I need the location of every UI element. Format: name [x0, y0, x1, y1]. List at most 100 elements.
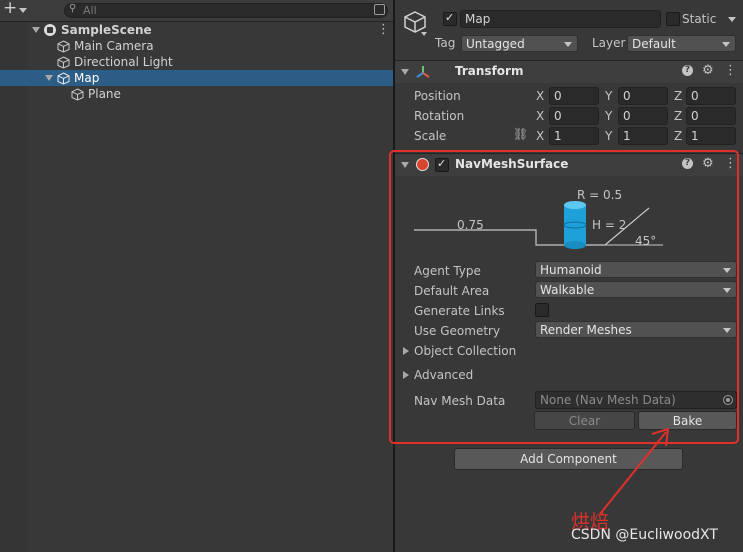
- expand-triangle-icon[interactable]: [401, 162, 409, 168]
- object-collection-label[interactable]: Object Collection: [414, 343, 516, 359]
- checkmark-icon: ✓: [445, 11, 455, 24]
- more-options-icon[interactable]: ⋮: [724, 63, 737, 78]
- expand-triangle-icon[interactable]: [401, 69, 409, 75]
- search-icon: ⚲: [69, 3, 77, 14]
- axis-y-label[interactable]: Y: [605, 128, 612, 144]
- use-geometry-value: Render Meshes: [540, 323, 632, 337]
- navmesh-surface-header[interactable]: ✓ NavMeshSurface ? ⚙ ⋮: [395, 153, 743, 176]
- chevron-down-icon: [722, 42, 730, 47]
- max-slope-label: 45°: [635, 234, 657, 248]
- agent-type-dropdown[interactable]: Humanoid: [535, 261, 737, 278]
- navmesh-data-field[interactable]: None (Nav Mesh Data): [535, 391, 737, 409]
- preset-sliders-icon[interactable]: ⚙: [702, 63, 714, 78]
- generate-links-checkbox[interactable]: [535, 303, 549, 317]
- advanced-label[interactable]: Advanced: [414, 367, 473, 383]
- chevron-down-icon: [564, 42, 572, 47]
- inspector-panel: ✓ Map Static Tag Untagged Layer Default …: [395, 0, 743, 552]
- axis-y-label[interactable]: Y: [605, 108, 612, 124]
- layer-value: Default: [632, 37, 676, 51]
- axis-x-label[interactable]: X: [536, 108, 544, 124]
- chevron-down-icon[interactable]: [728, 17, 736, 22]
- rotation-z-field[interactable]: 0: [686, 107, 736, 125]
- watermark: CSDN @EucliwoodXT: [571, 527, 718, 543]
- search-input[interactable]: ⚲ All: [64, 3, 388, 18]
- position-label: Position: [414, 89, 461, 103]
- chevron-down-icon: [723, 288, 731, 293]
- hierarchy-label: Main Camera: [74, 39, 154, 53]
- scale-z-field[interactable]: 1: [686, 127, 736, 145]
- agent-height-label: H = 2: [592, 218, 627, 232]
- transform-axes-icon: [416, 66, 430, 78]
- cube-icon: [71, 88, 84, 101]
- scale-x-field[interactable]: 1: [549, 127, 599, 145]
- navmesh-enabled-checkbox[interactable]: ✓: [435, 157, 449, 172]
- hierarchy-panel: + ⚲ All SampleScene ⋮ Main Camera Direct…: [0, 0, 393, 552]
- position-y-field[interactable]: 0: [618, 87, 668, 105]
- layer-label: Layer: [592, 36, 626, 50]
- object-picker-icon[interactable]: [723, 395, 733, 405]
- use-geometry-label: Use Geometry: [414, 324, 501, 338]
- chevron-down-icon[interactable]: [421, 32, 427, 36]
- axis-z-label[interactable]: Z: [674, 88, 682, 104]
- help-icon[interactable]: ?: [682, 65, 693, 76]
- unity-scene-icon: [44, 24, 56, 36]
- more-options-icon[interactable]: ⋮: [377, 22, 390, 38]
- chevron-down-icon: [723, 268, 731, 273]
- expand-triangle-icon[interactable]: [32, 27, 40, 33]
- tag-dropdown[interactable]: Untagged: [461, 35, 578, 52]
- add-button[interactable]: +: [3, 0, 29, 19]
- chevron-down-icon: [19, 8, 27, 13]
- hierarchy-item-map[interactable]: Map: [0, 70, 393, 86]
- generate-links-label: Generate Links: [414, 304, 505, 318]
- help-icon[interactable]: ?: [682, 158, 693, 169]
- tag-value: Untagged: [466, 37, 525, 51]
- navmesh-surface-title: NavMeshSurface: [455, 157, 569, 171]
- search-options-icon[interactable]: [374, 4, 385, 15]
- rotation-x-field[interactable]: 0: [549, 107, 599, 125]
- hierarchy-toolbar: + ⚲ All: [0, 0, 393, 22]
- transform-title: Transform: [455, 64, 524, 78]
- axis-y-label[interactable]: Y: [605, 88, 612, 104]
- layer-dropdown[interactable]: Default: [627, 35, 736, 52]
- axis-z-label[interactable]: Z: [674, 108, 682, 124]
- link-icon[interactable]: ⛓: [513, 127, 528, 141]
- active-checkbox[interactable]: ✓: [443, 11, 457, 26]
- hierarchy-item-plane[interactable]: Plane: [0, 86, 393, 102]
- tag-label: Tag: [435, 36, 456, 50]
- hierarchy-label: SampleScene: [61, 23, 152, 37]
- axis-x-label[interactable]: X: [536, 88, 544, 104]
- preset-sliders-icon[interactable]: ⚙: [702, 156, 714, 171]
- foldout-triangle-icon[interactable]: [403, 347, 409, 355]
- rotation-label: Rotation: [414, 109, 465, 123]
- agent-diagram: [414, 201, 663, 249]
- agent-cylinder: [563, 201, 587, 249]
- step-height-label: 0.75: [457, 218, 484, 232]
- scale-label: Scale: [414, 129, 447, 143]
- cube-icon: [57, 72, 70, 85]
- cube-icon: [57, 56, 70, 69]
- hierarchy-item-directional-light[interactable]: Directional Light: [0, 54, 393, 70]
- axis-z-label[interactable]: Z: [674, 128, 682, 144]
- navmesh-data-label: Nav Mesh Data: [414, 394, 506, 408]
- navmesh-surface-icon: [416, 158, 429, 171]
- axis-x-label[interactable]: X: [536, 128, 544, 144]
- position-z-field[interactable]: 0: [686, 87, 736, 105]
- object-name-field[interactable]: Map: [460, 10, 661, 28]
- hierarchy-item-samplescene[interactable]: SampleScene ⋮: [0, 22, 393, 38]
- default-area-dropdown[interactable]: Walkable: [535, 281, 737, 298]
- hierarchy-label: Directional Light: [74, 55, 173, 69]
- use-geometry-dropdown[interactable]: Render Meshes: [535, 321, 737, 338]
- transform-header[interactable]: Transform ? ⚙ ⋮: [395, 60, 743, 83]
- rotation-y-field[interactable]: 0: [618, 107, 668, 125]
- static-label: Static: [682, 12, 717, 26]
- more-options-icon[interactable]: ⋮: [724, 156, 737, 171]
- foldout-triangle-icon[interactable]: [403, 371, 409, 379]
- checkmark-icon: ✓: [437, 157, 447, 170]
- expand-triangle-icon[interactable]: [45, 75, 53, 81]
- hierarchy-item-main-camera[interactable]: Main Camera: [0, 38, 393, 54]
- position-x-field[interactable]: 0: [549, 87, 599, 105]
- static-checkbox[interactable]: [666, 12, 680, 26]
- plus-icon: +: [3, 0, 18, 18]
- scale-y-field[interactable]: 1: [618, 127, 668, 145]
- gameobject-cube-icon: [404, 11, 426, 33]
